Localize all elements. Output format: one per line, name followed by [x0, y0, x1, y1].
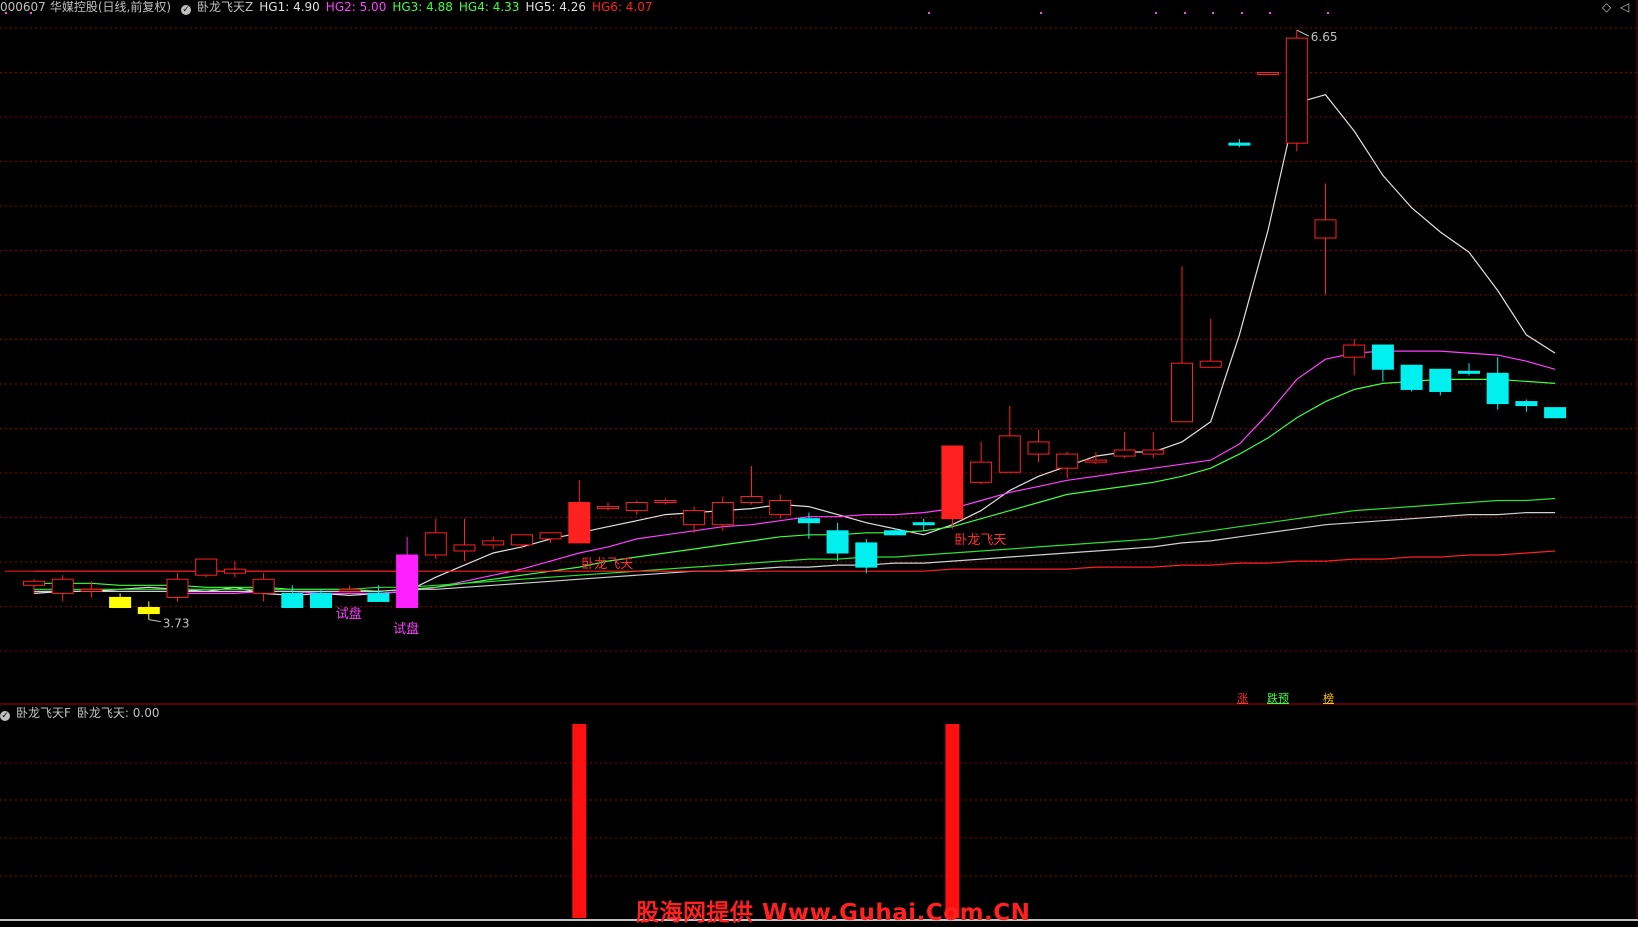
- high-price-label: 6.65: [1311, 30, 1338, 44]
- candle-body: [941, 445, 964, 520]
- candle-body: [1458, 370, 1480, 374]
- signal-dot: [1327, 12, 1329, 14]
- candle-body: [998, 435, 1021, 473]
- diamond-icon[interactable]: ◇: [1602, 0, 1611, 14]
- candle-body: [1314, 219, 1337, 239]
- candle-body: [683, 510, 706, 526]
- candle-body: [826, 530, 849, 554]
- candle-body: [281, 592, 304, 609]
- main-indicator-name[interactable]: 卧龙飞天Z: [197, 0, 253, 14]
- candle-body: [912, 522, 935, 526]
- arrow-icon[interactable]: ◁: [1620, 0, 1629, 14]
- signal-label: 试盘: [393, 621, 420, 637]
- hg-value: HG1: 4.90: [259, 0, 320, 14]
- candle-body: [884, 530, 906, 536]
- candle-body: [23, 580, 45, 586]
- moving-average-line: [34, 497, 1556, 590]
- hg-value: HG4: 4.33: [458, 0, 520, 14]
- candle-body: [1515, 401, 1538, 407]
- stock-name: 华媒控股: [49, 0, 98, 14]
- candle-body: [367, 592, 390, 602]
- sub-indicator-bar: [945, 724, 960, 918]
- hg-values: HG1: 4.90 HG2: 5.00 HG3: 4.88 HG4: 4.33 HG5:…: [259, 0, 658, 14]
- candle-body: [1486, 372, 1509, 405]
- moving-average-line: [34, 550, 1556, 572]
- low-price-label: 3.73: [163, 617, 190, 631]
- hg-value: HG2: 5.00: [325, 0, 387, 14]
- candle-body: [482, 540, 505, 546]
- candle-body: [1228, 142, 1251, 146]
- hg-value: HG6: 4.07: [591, 0, 653, 14]
- candle-body: [396, 554, 419, 609]
- sub-indicator-toggle-icon[interactable]: ✓: [0, 711, 10, 721]
- signal-dot: [1212, 12, 1214, 14]
- candle-body: [855, 542, 878, 568]
- signal-dot: [928, 12, 930, 14]
- sub-indicator-name[interactable]: 卧龙飞天F: [16, 706, 71, 720]
- signal-dot: [1241, 12, 1243, 14]
- candle-body: [625, 502, 648, 512]
- price-mode: (日线,前复权): [97, 0, 172, 14]
- candle-body: [1257, 71, 1280, 75]
- kline-chart[interactable]: 6.65 3.73: [0, 0, 1638, 924]
- high-pointer: [1296, 29, 1310, 37]
- candle-body: [1142, 449, 1165, 455]
- hg-value: HG3: 4.88: [392, 0, 453, 14]
- candle-body: [1343, 344, 1366, 358]
- signal-dot: [1184, 12, 1186, 14]
- signal-dot: [1155, 12, 1157, 14]
- candle-body: [252, 578, 275, 594]
- indicator-toggle-icon[interactable]: ✓: [181, 5, 192, 15]
- candle-body: [797, 518, 820, 524]
- main-panel-header: 000607 华媒控股(日线,前复权) ✓ 卧龙飞天Z HG1: 4.90 HG2: 5.…: [0, 0, 659, 15]
- candle-body: [1171, 362, 1193, 423]
- candle-body: [195, 558, 218, 576]
- candle-body: [1056, 453, 1079, 469]
- candle-body: [51, 578, 74, 594]
- candle-body: [1113, 449, 1136, 457]
- bottom-tag: 涨: [1237, 692, 1248, 705]
- sub-indicator-bar: [572, 724, 587, 918]
- candle-body: [310, 592, 332, 609]
- candle-body: [769, 500, 792, 516]
- candle-body: [568, 502, 591, 544]
- candle-body: [338, 588, 361, 592]
- candle-body: [424, 532, 447, 556]
- bottom-tag: 跌预: [1267, 692, 1289, 705]
- signal-label: 卧龙飞天: [581, 556, 634, 572]
- candle-body: [1429, 368, 1452, 392]
- candle-body: [80, 588, 103, 592]
- signal-dot: [1040, 12, 1042, 14]
- candle-body: [166, 578, 189, 598]
- candle-body: [1285, 37, 1308, 144]
- moving-average-line: [33, 94, 1556, 597]
- candle-body: [740, 495, 763, 504]
- sub-indicator-value: 卧龙飞天: 0.00: [76, 706, 160, 720]
- sub-panel-header: ✓ 卧龙飞天F 卧龙飞天: 0.00: [0, 706, 165, 721]
- candle-body: [597, 506, 619, 510]
- candle-body: [1027, 441, 1050, 455]
- candle-body: [137, 607, 160, 615]
- bottom-tag: 榜: [1323, 692, 1334, 705]
- signal-dot: [1269, 12, 1271, 14]
- candle-body: [510, 534, 533, 546]
- stock-code: 000607: [0, 0, 46, 14]
- signal-label: 试盘: [335, 607, 362, 623]
- candle-body: [1400, 364, 1423, 390]
- low-pointer: [148, 619, 161, 623]
- candle-body: [711, 502, 734, 526]
- watermark: 股海网提供 Www.Guhai.Com.CN: [636, 900, 1031, 926]
- candle-body: [539, 532, 562, 540]
- candle-body: [453, 544, 476, 552]
- candle-body: [1199, 360, 1222, 368]
- candle-body: [109, 596, 132, 609]
- candle-body: [1371, 344, 1394, 370]
- signal-label: 卧龙飞天: [954, 532, 1007, 548]
- candle-body: [970, 461, 993, 483]
- hg-value: HG5: 4.26: [525, 0, 586, 14]
- candle-body: [1544, 407, 1567, 419]
- candle-body: [223, 568, 246, 574]
- candle-body: [654, 500, 677, 504]
- candle-body: [1084, 459, 1107, 463]
